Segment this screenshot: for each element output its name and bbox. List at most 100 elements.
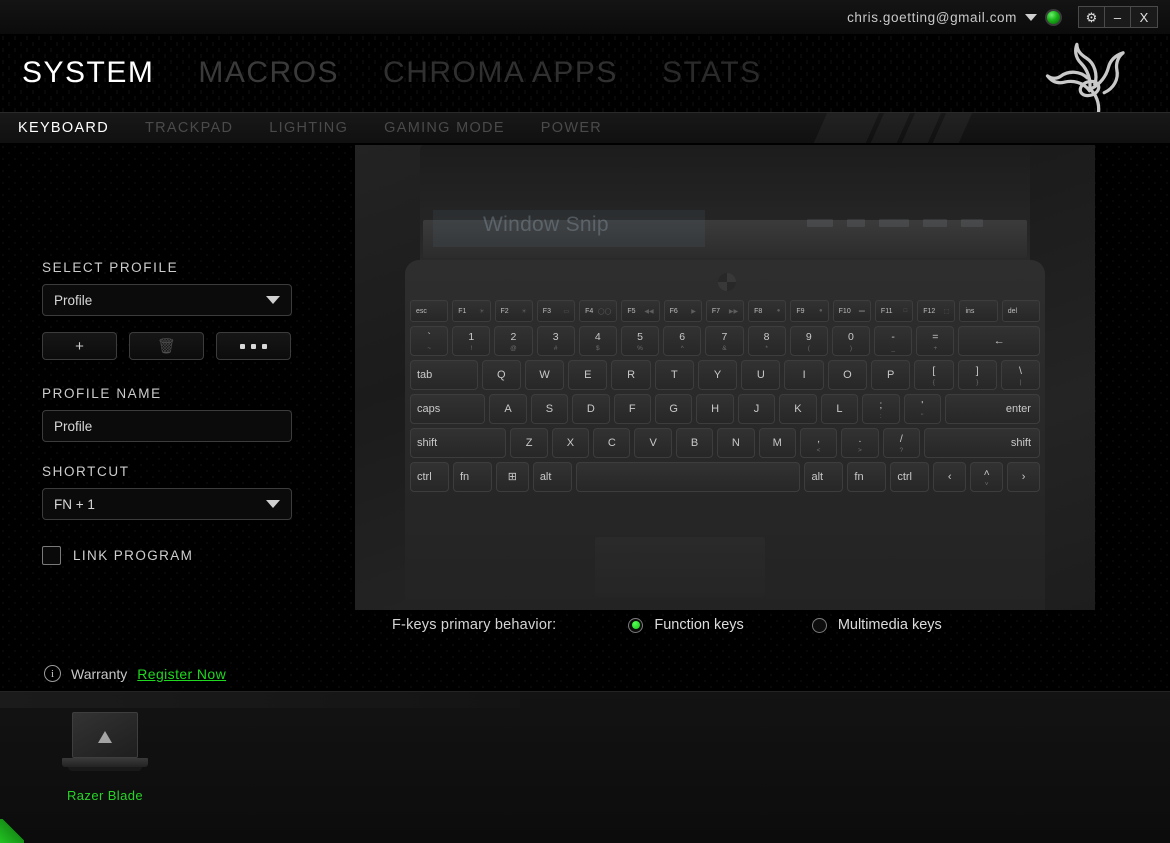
key-9[interactable]: 9( — [789, 326, 828, 356]
key-f6[interactable]: F6 ▶ — [663, 300, 702, 322]
key-o[interactable]: O — [827, 360, 867, 390]
key-a[interactable]: A — [489, 394, 527, 424]
key-f2[interactable]: F2 ☀ — [494, 300, 533, 322]
key-space[interactable]: /? — [882, 428, 920, 458]
key-f7[interactable]: F7 ▶▶ — [705, 300, 745, 322]
key-v[interactable]: V — [634, 428, 672, 458]
key-enter[interactable]: enter — [944, 394, 1040, 424]
key-f8[interactable]: F8 ● — [748, 300, 787, 322]
tab-macros[interactable]: MACROS — [176, 34, 361, 112]
sidebar-item-lighting[interactable]: LIGHTING — [251, 113, 366, 143]
key-space[interactable]: ]} — [957, 360, 997, 390]
account-menu[interactable]: chris.goetting@gmail.com — [847, 8, 1062, 26]
key-f5[interactable]: F5 ◀◀ — [621, 300, 660, 322]
key-ctrl[interactable]: ctrl — [890, 462, 930, 492]
register-now-link[interactable]: Register Now — [137, 666, 226, 682]
key-d[interactable]: D — [572, 394, 610, 424]
sidebar-item-trackpad[interactable]: TRACKPAD — [127, 113, 251, 143]
key-i[interactable]: I — [784, 360, 824, 390]
key-alt[interactable]: alt — [532, 462, 572, 492]
key-f1[interactable]: F1 ☀ — [452, 300, 491, 322]
key-p[interactable]: P — [871, 360, 911, 390]
device-tile-razer-blade[interactable]: Razer Blade — [40, 706, 170, 826]
key-j[interactable]: J — [737, 394, 776, 424]
key-m[interactable]: M — [758, 428, 796, 458]
radio-function-keys-control[interactable] — [628, 617, 644, 633]
key-fn[interactable]: fn — [847, 462, 887, 492]
key-space[interactable]: ` ~ — [410, 326, 449, 356]
key-f12[interactable]: F12 ⬚ — [917, 300, 956, 322]
key-4[interactable]: 4 $ — [578, 326, 617, 356]
key-space[interactable]: - _ — [874, 326, 913, 356]
info-icon[interactable]: i — [44, 665, 61, 682]
key-space[interactable]: ;: — [862, 394, 900, 424]
key-l[interactable]: L — [820, 394, 859, 424]
key-f10[interactable]: F10 ▬ — [832, 300, 871, 322]
minimize-button[interactable]: – — [1105, 7, 1131, 27]
key-space[interactable]: = + — [916, 326, 955, 356]
key-space[interactable]: ' " — [903, 394, 941, 424]
key-f[interactable]: F — [613, 394, 651, 424]
add-profile-button[interactable]: + — [42, 332, 117, 360]
key-space[interactable]: \ | — [1000, 360, 1041, 390]
key-space[interactable]: ← — [958, 326, 1041, 356]
key-x[interactable]: X — [551, 428, 590, 458]
tab-stats[interactable]: STATS — [640, 34, 784, 112]
key-5[interactable]: 5% — [620, 326, 660, 356]
tab-chroma-apps[interactable]: CHROMA APPS — [361, 34, 640, 112]
key-7[interactable]: 7 & — [705, 326, 744, 356]
key-k[interactable]: K — [779, 394, 817, 424]
key-n[interactable]: N — [717, 428, 755, 458]
key-q[interactable]: Q — [481, 360, 521, 390]
key-t[interactable]: T — [654, 360, 694, 390]
key-f4[interactable]: F4 ◯◯ — [579, 300, 618, 322]
radio-multimedia-keys-control[interactable] — [811, 617, 827, 633]
key-g[interactable]: G — [655, 394, 693, 424]
key-tab[interactable]: tab — [410, 360, 478, 390]
shortcut-dropdown[interactable]: FN + 1 — [42, 488, 292, 520]
sidebar-item-power[interactable]: POWER — [523, 113, 620, 143]
key-f11[interactable]: F11 □ — [874, 300, 914, 322]
key-space[interactable]: [{ — [914, 360, 954, 390]
key-space[interactable]: ‹ — [933, 462, 967, 492]
key-f3[interactable]: F3 ▭ — [536, 300, 576, 322]
key-y[interactable]: Y — [697, 360, 738, 390]
key-del[interactable]: del — [1001, 300, 1040, 322]
key-u[interactable]: U — [741, 360, 781, 390]
key-w[interactable]: W — [524, 360, 565, 390]
key-space[interactable]: , < — [799, 428, 838, 458]
more-options-button[interactable] — [216, 332, 291, 360]
key-ins[interactable]: ins — [959, 300, 998, 322]
tab-system[interactable]: SYSTEM — [0, 34, 176, 112]
key-space[interactable]: . > — [841, 428, 879, 458]
key-fn[interactable]: fn — [452, 462, 492, 492]
key-3[interactable]: 3 # — [536, 326, 575, 356]
key-b[interactable]: B — [675, 428, 714, 458]
close-button[interactable]: X — [1131, 7, 1157, 27]
key-f9[interactable]: F9 ● — [790, 300, 829, 322]
key-shift[interactable]: shift — [923, 428, 1041, 458]
profile-name-input[interactable]: Profile — [42, 410, 292, 442]
chevron-down-icon[interactable] — [1025, 13, 1037, 21]
radio-function-keys[interactable]: Function keys — [628, 617, 744, 633]
link-program-row[interactable]: LINK PROGRAM — [42, 546, 340, 565]
delete-profile-button[interactable]: 🗑 — [129, 332, 204, 360]
sidebar-item-keyboard[interactable]: KEYBOARD — [0, 113, 127, 143]
select-profile-dropdown[interactable]: Profile — [42, 284, 292, 316]
key-2[interactable]: 2 @ — [494, 326, 533, 356]
key-6[interactable]: 6 ^ — [663, 326, 702, 356]
key-space[interactable]: › — [1007, 462, 1041, 492]
link-program-checkbox[interactable] — [42, 546, 61, 565]
key-esc[interactable]: esc — [410, 300, 449, 322]
key-caps[interactable]: caps — [410, 394, 486, 424]
key-s[interactable]: S — [530, 394, 569, 424]
key-z[interactable]: Z — [510, 428, 548, 458]
key-alt[interactable]: alt — [804, 462, 844, 492]
key-r[interactable]: R — [611, 360, 651, 390]
key-h[interactable]: H — [696, 394, 734, 424]
key-e[interactable]: E — [568, 360, 608, 390]
key-1[interactable]: 1! — [452, 326, 491, 356]
key-shift[interactable]: shift — [410, 428, 507, 458]
key-ctrl[interactable]: ctrl — [410, 462, 449, 492]
key-0[interactable]: 0) — [831, 326, 871, 356]
